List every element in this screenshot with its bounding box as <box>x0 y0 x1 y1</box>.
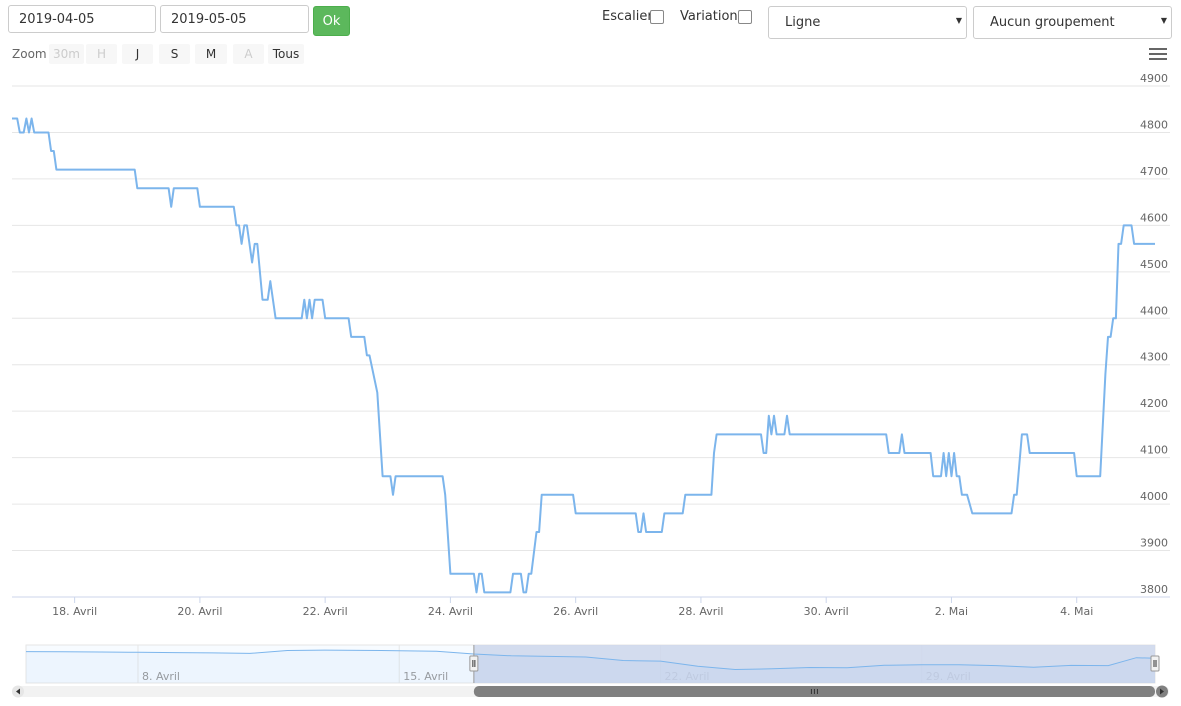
x-tick-label: 26. Avril <box>553 605 598 618</box>
handle-body[interactable] <box>469 655 479 672</box>
x-tick-label: 30. Avril <box>804 605 849 618</box>
navigator-handle-right[interactable] <box>1150 655 1160 672</box>
x-tick-label: 2. Mai <box>935 605 968 618</box>
y-tick-label: 3900 <box>1140 537 1168 550</box>
y-tick-label: 4000 <box>1140 490 1168 503</box>
y-tick-label: 4100 <box>1140 444 1168 457</box>
x-tick-label: 4. Mai <box>1060 605 1093 618</box>
x-tick-label: 18. Avril <box>52 605 97 618</box>
navigator-handle-left[interactable] <box>469 655 479 672</box>
x-tick-label: 22. Avril <box>303 605 348 618</box>
navigator-scrollbar[interactable] <box>12 685 1169 698</box>
y-tick-label: 4800 <box>1140 118 1168 131</box>
y-tick-label: 4900 <box>1140 72 1168 85</box>
price-chart: 3800 3900 4000 4100 4200 4300 4400 4500 4600 4700… <box>12 72 1170 698</box>
x-tick-label: 24. Avril <box>428 605 473 618</box>
y-tick-label: 4600 <box>1140 211 1168 224</box>
series-line <box>12 117 1155 594</box>
y-tick-label: 4500 <box>1140 258 1168 271</box>
y-tick-label: 4300 <box>1140 351 1168 364</box>
y-tick-label: 3800 <box>1140 583 1168 596</box>
handle-body[interactable] <box>1150 655 1160 672</box>
x-tick-label: 28. Avril <box>678 605 723 618</box>
x-tick-label: 20. Avril <box>177 605 222 618</box>
y-tick-label: 4200 <box>1140 397 1168 410</box>
y-tick-label: 4700 <box>1140 165 1168 178</box>
y-tick-label: 4400 <box>1140 304 1168 317</box>
